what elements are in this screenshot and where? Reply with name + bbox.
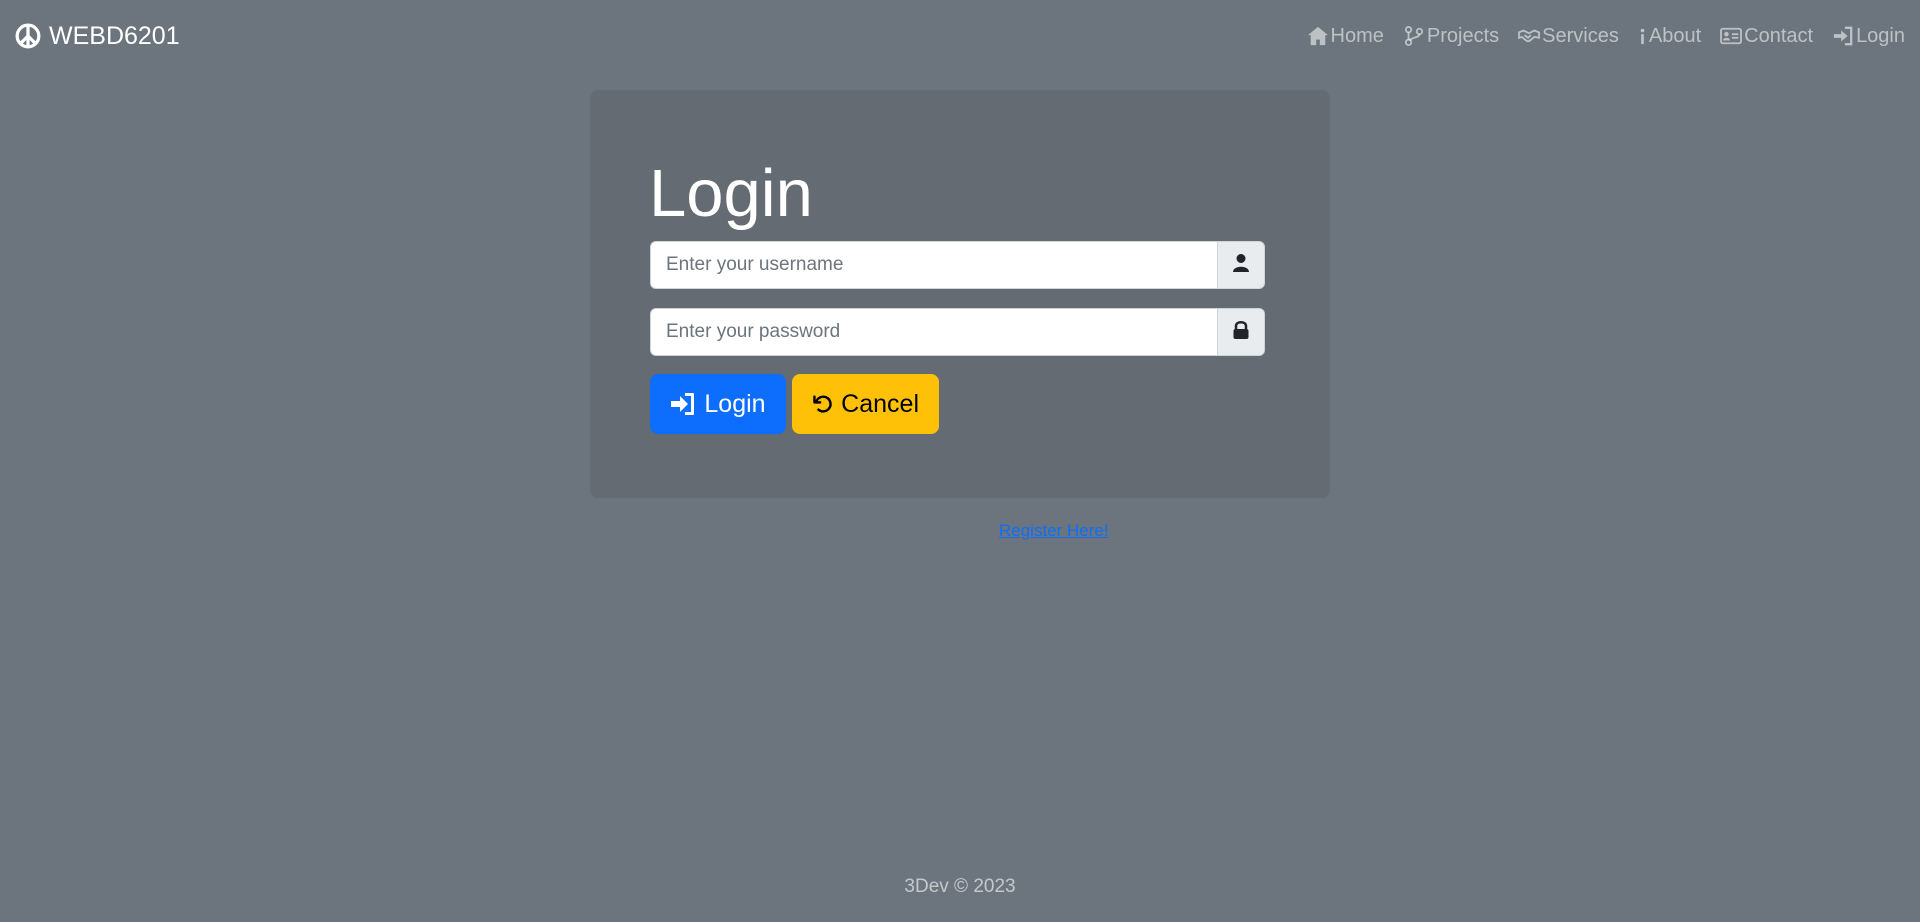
brand-link[interactable]: WEBD6201 bbox=[15, 22, 180, 51]
footer-text: 3Dev © 2023 bbox=[904, 876, 1016, 897]
home-icon bbox=[1307, 26, 1328, 46]
nav-item-home[interactable]: Home bbox=[1307, 25, 1384, 48]
nav-item-login[interactable]: Login bbox=[1832, 25, 1905, 48]
nav-item-label: Contact bbox=[1744, 24, 1814, 47]
username-addon bbox=[1217, 241, 1265, 289]
lock-icon bbox=[1233, 321, 1249, 339]
username-input[interactable] bbox=[650, 241, 1217, 289]
cancel-button[interactable]: Cancel bbox=[792, 374, 939, 434]
cancel-button-label: Cancel bbox=[841, 389, 919, 418]
peace-icon bbox=[15, 23, 41, 49]
nav-item-about[interactable]: About bbox=[1638, 25, 1701, 48]
user-icon bbox=[1233, 254, 1249, 272]
sign-in-icon bbox=[1833, 26, 1853, 46]
handshake-icon bbox=[1518, 29, 1541, 43]
nav-item-contact[interactable]: Contact bbox=[1720, 25, 1813, 48]
register-link[interactable]: Register Here! bbox=[999, 521, 1109, 541]
brand-label: WEBD6201 bbox=[49, 21, 180, 50]
nav-menu: Home Projects Services About Contact Log… bbox=[1307, 25, 1905, 48]
page-title: Login bbox=[649, 156, 813, 231]
nav-item-label: Login bbox=[1856, 24, 1905, 47]
password-group bbox=[650, 308, 1265, 356]
nav-item-services[interactable]: Services bbox=[1518, 25, 1619, 48]
info-icon bbox=[1640, 28, 1645, 45]
password-input[interactable] bbox=[650, 308, 1217, 356]
undo-icon bbox=[813, 395, 832, 413]
nav-item-label: About bbox=[1648, 24, 1702, 47]
nav-item-label: Services bbox=[1542, 24, 1619, 47]
username-group bbox=[650, 241, 1265, 289]
login-button[interactable]: Login bbox=[650, 374, 786, 434]
navbar: WEBD6201 Home Projects Services About Co… bbox=[0, 0, 1920, 72]
login-card: Login Login Cancel bbox=[590, 90, 1330, 498]
password-addon bbox=[1217, 308, 1265, 356]
login-button-label: Login bbox=[704, 389, 766, 418]
button-row: Login Cancel bbox=[650, 374, 1270, 434]
contact-card-icon bbox=[1720, 27, 1743, 45]
sign-in-icon bbox=[671, 393, 695, 415]
branch-icon bbox=[1404, 26, 1423, 46]
nav-item-label: Home bbox=[1330, 24, 1384, 47]
nav-item-projects[interactable]: Projects bbox=[1403, 25, 1499, 48]
nav-item-label: Projects bbox=[1426, 24, 1500, 47]
